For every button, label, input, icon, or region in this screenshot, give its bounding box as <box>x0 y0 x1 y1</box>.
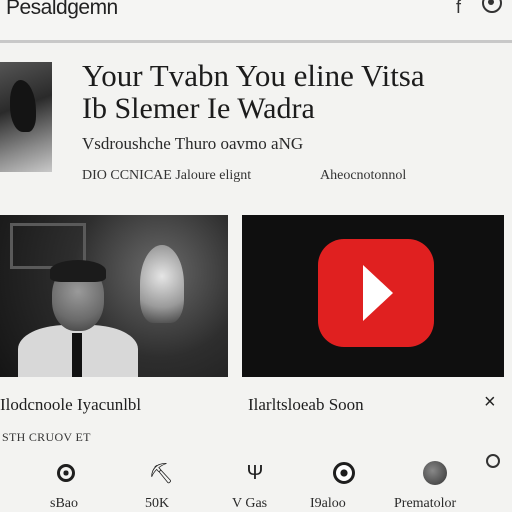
video-title[interactable]: Your Tvabn You eline Vitsa <box>82 60 502 92</box>
video-channel[interactable]: Vsdroushche Thuro oavmo aNG <box>82 134 303 154</box>
person-tie <box>72 333 82 377</box>
person-hair <box>50 260 106 282</box>
app-title: Pesaldgemn <box>6 0 118 19</box>
nav-label[interactable]: I9aloo <box>310 496 346 512</box>
record-icon[interactable] <box>53 460 79 486</box>
video-thumbnail[interactable] <box>0 62 52 172</box>
video-tag: Aheocnotonnol <box>320 168 407 183</box>
video-subtitle: Ib Slemer Ie Wadra <box>82 92 315 125</box>
target-icon[interactable] <box>331 460 357 486</box>
flag-icon[interactable]: Ψ <box>242 460 268 486</box>
close-icon[interactable]: × <box>484 391 496 414</box>
card-caption[interactable]: Ilodcnoole Iyacunlbl <box>0 395 141 415</box>
video-stats: DIO CCNICAE Jaloure elignt <box>82 168 252 183</box>
t-icon[interactable]: f <box>456 0 461 18</box>
section-label: STH CRUOV ET <box>2 430 91 444</box>
tool-icon[interactable]: ⛏ <box>148 460 174 486</box>
play-icon <box>363 265 393 321</box>
card-caption[interactable]: Ilarltsloeab Soon <box>248 395 364 415</box>
header-divider <box>0 40 512 43</box>
small-circle-icon[interactable] <box>486 454 500 468</box>
ball-icon[interactable] <box>422 460 448 486</box>
nav-label[interactable]: V Gas <box>232 496 267 512</box>
statue <box>140 245 184 323</box>
nav-label[interactable]: sBao <box>50 496 78 512</box>
nav-label[interactable]: Prematolor <box>394 496 456 512</box>
video-card-photo[interactable] <box>0 215 228 377</box>
nav-label[interactable]: 50K <box>145 496 169 512</box>
video-card-youtube[interactable] <box>242 215 504 377</box>
